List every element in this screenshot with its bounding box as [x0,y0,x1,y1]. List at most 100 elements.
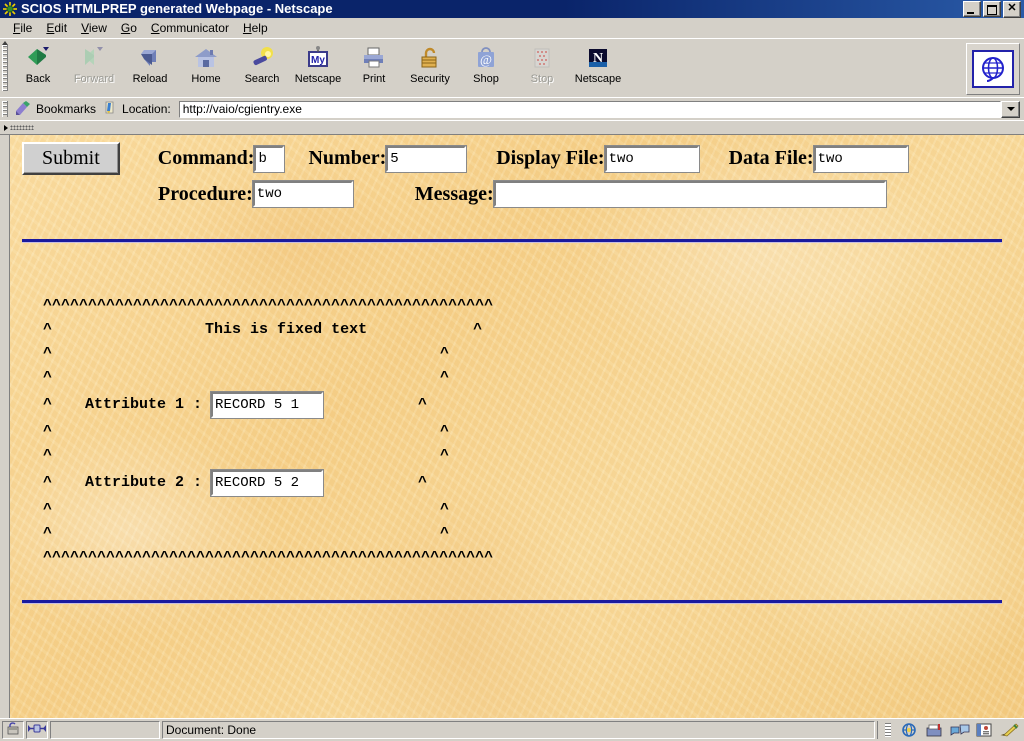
toolbar-label-forward: Forward [73,73,115,85]
screen-indent [52,318,205,342]
toolbar-buttons: Back Forward Reload Home Search My Netsc… [10,39,1024,97]
toolbar-collapse-arrow[interactable] [2,41,8,45]
content-left-border [0,135,10,718]
toolbar-label-netscape: Netscape [574,73,622,85]
url-field-group [178,100,1020,118]
netscape-n-icon: N [585,45,611,71]
security-lock-icon [417,45,443,71]
data-file-input[interactable] [812,144,909,173]
toolbar-button-my-netscape[interactable]: My Netscape [290,42,346,85]
url-dropdown-button[interactable] [1001,100,1020,118]
my-netscape-icon: My [305,45,331,71]
submit-button[interactable]: Submit [22,142,120,175]
print-icon [361,45,387,71]
app-icon [2,1,18,17]
window-controls: ✕ [963,0,1022,18]
close-button[interactable]: ✕ [1003,0,1021,18]
screen-pre: ^^^^^^^^^^^^^^^^^^^^^^^^^^^^^^^^^^^^^^^^… [43,294,1024,570]
menu-view[interactable]: View [74,20,114,36]
connection-status-button[interactable] [26,721,48,739]
screen-line-blank-3: ^ ^ [43,420,1024,444]
toolbar-grip[interactable] [0,39,10,97]
newsgroup-icon[interactable] [950,722,970,738]
home-icon [193,45,219,71]
window-title: SCIOS HTMLPREP generated Webpage - Netsc… [21,1,333,16]
connection-icon [28,723,46,737]
menu-edit[interactable]: Edit [39,20,74,36]
toolbar-button-home[interactable]: Home [178,42,234,85]
screen-left-marker: ^ [43,345,53,362]
screen-fixed-text: This is fixed text [205,321,368,338]
back-icon [25,45,51,71]
stop-icon [529,45,555,71]
screen-right-marker: ^ [440,345,450,362]
security-status-button[interactable] [2,721,24,739]
message-label: Message: [414,182,494,205]
location-label-group[interactable]: Location: [102,100,177,119]
display-file-input[interactable] [603,144,700,173]
toolbar-label-security: Security [410,73,450,85]
forward-icon [81,45,107,71]
toolbar-label-home: Home [191,73,221,85]
composer-icon[interactable] [1000,722,1019,738]
command-input[interactable] [253,144,286,173]
toolbar-button-search[interactable]: Search [234,42,290,85]
toolbar-button-netscape[interactable]: N Netscape [570,42,626,85]
attribute-1-input[interactable] [210,391,325,419]
toolbar-button-stop[interactable]: Stop [514,42,570,85]
navigator-icon[interactable] [900,722,918,738]
number-input[interactable] [385,144,468,173]
component-bar [877,721,1022,739]
location-bar-grip[interactable] [0,99,10,119]
toolbar-button-back[interactable]: Back [10,42,66,85]
navigation-toolbar: Back Forward Reload Home Search My Netsc… [0,38,1024,97]
url-input[interactable] [178,100,1001,118]
command-label: Command: [157,147,255,169]
menu-help[interactable]: Help [236,20,275,36]
screen-border-top: ^^^^^^^^^^^^^^^^^^^^^^^^^^^^^^^^^^^^^^^^… [43,297,494,314]
screen-line-blank-1: ^ ^ [43,342,1024,366]
netscape-globe-logo [972,50,1014,88]
attribute-2-label: Attribute 2 : [85,474,203,491]
message-input[interactable] [492,180,887,208]
screen-left-marker: ^ [43,369,53,386]
mailbox-icon[interactable] [925,722,943,738]
number-label: Number: [308,147,387,169]
toolbar-button-forward[interactable]: Forward [66,42,122,85]
toolbar-label-stop: Stop [530,73,554,85]
shop-bag-icon: @ [473,45,499,71]
procedure-label: Procedure: [158,182,253,205]
netscape-logo-button[interactable] [966,43,1020,95]
menu-communicator[interactable]: Communicator [144,20,236,36]
progress-bar [50,721,160,739]
screen-left-marker: ^ [43,525,53,542]
personal-toolbar [0,120,1024,134]
attribute-2-input[interactable] [210,469,325,497]
form-row-1: Submit Command: Number: Display File: Da… [10,135,1024,175]
personal-toolbar-tab[interactable] [0,121,46,134]
address-book-icon[interactable] [975,722,993,738]
minimize-button[interactable] [963,0,981,17]
screen-line-blank-2: ^ ^ [43,366,1024,390]
toolbar-button-reload[interactable]: Reload [122,42,178,85]
toolbar-button-print[interactable]: Print [346,42,402,85]
maximize-button[interactable] [983,0,1001,17]
screen-right-marker: ^ [440,447,450,464]
grip-handle[interactable] [885,723,891,737]
grip-texture [1,101,8,117]
toolbar-button-security[interactable]: Security [402,42,458,85]
screen-right-marker: ^ [440,369,450,386]
screen-left-marker: ^ [43,501,53,518]
menu-go[interactable]: Go [114,20,144,36]
toolbar-button-shop[interactable]: @ Shop [458,42,514,85]
entry-form: Submit Command: Number: Display File: Da… [10,135,1024,208]
screen-row-attribute-2: ^ Attribute 2 : ^ [43,468,1024,498]
screen-right-marker: ^ [440,525,450,542]
menu-bar: File Edit View Go Communicator Help [0,18,1024,38]
location-label: Location: [122,102,171,116]
menu-file[interactable]: File [6,20,39,36]
bookmarks-button[interactable]: Bookmarks [10,100,102,119]
screen-left-marker: ^ [43,321,53,338]
procedure-input[interactable] [251,180,354,208]
padlock-broken-icon [6,722,20,738]
